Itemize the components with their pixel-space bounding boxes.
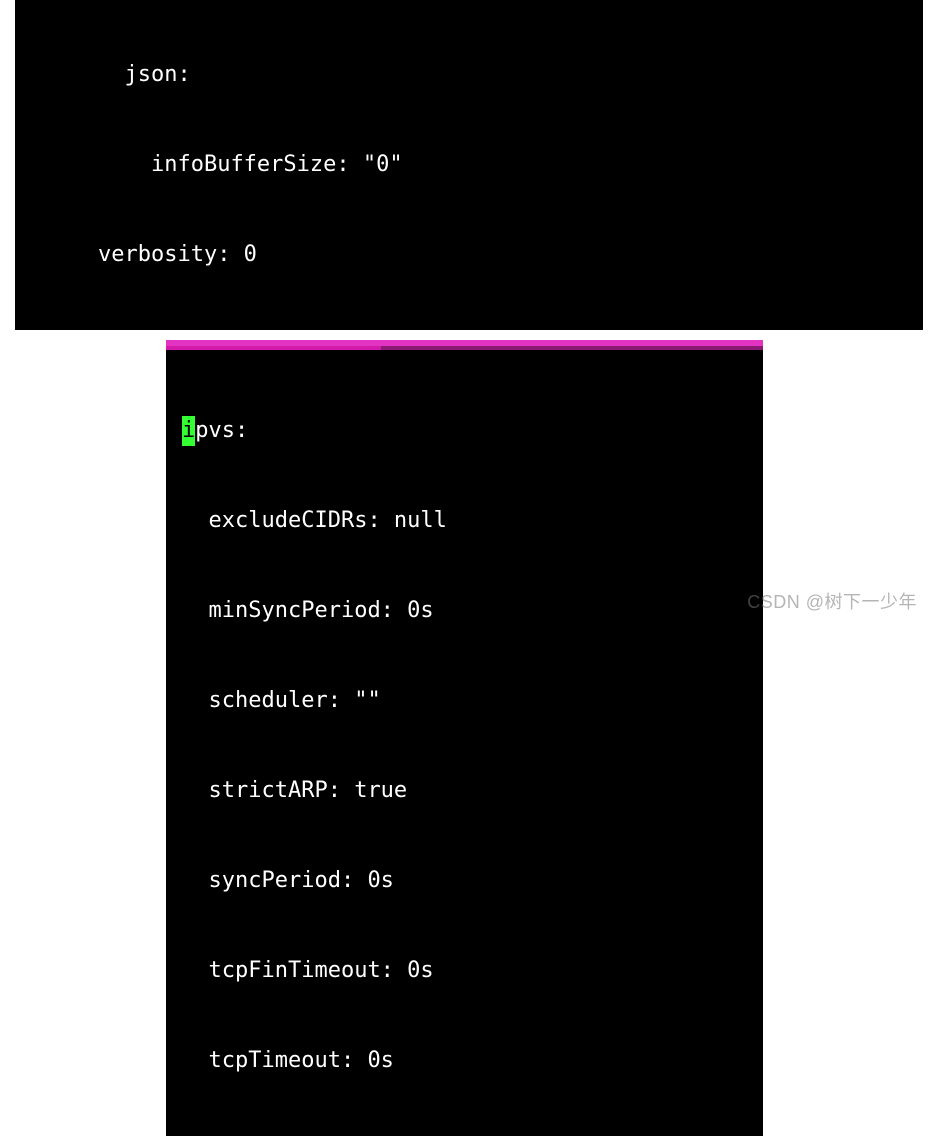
code-line: scheduler: "" [182, 688, 381, 713]
code-line: json: [45, 62, 191, 87]
terminal-2[interactable]: ipvs: excludeCIDRs: null minSyncPeriod: … [166, 350, 763, 1136]
code-line: verbosity: 0 [45, 242, 257, 267]
terminal-2-window: ipvs: excludeCIDRs: null minSyncPeriod: … [166, 340, 763, 1136]
code-line: minSyncPeriod: 0s [182, 598, 434, 623]
code-line: syncPeriod: 0s [182, 868, 394, 893]
code-line: ipvs: [182, 418, 248, 443]
terminal-1[interactable]: json: infoBufferSize: "0" verbosity: 0 m… [15, 0, 923, 330]
code-line: strictARP: true [182, 778, 407, 803]
watermark: CSDN @树下一少年 [747, 588, 917, 614]
code-line: infoBufferSize: "0" [45, 152, 403, 177]
code-line: excludeCIDRs: null [182, 508, 447, 533]
code-line: tcpTimeout: 0s [182, 1048, 394, 1073]
code-line: tcpFinTimeout: 0s [182, 958, 434, 983]
text-cursor: i [182, 416, 195, 446]
